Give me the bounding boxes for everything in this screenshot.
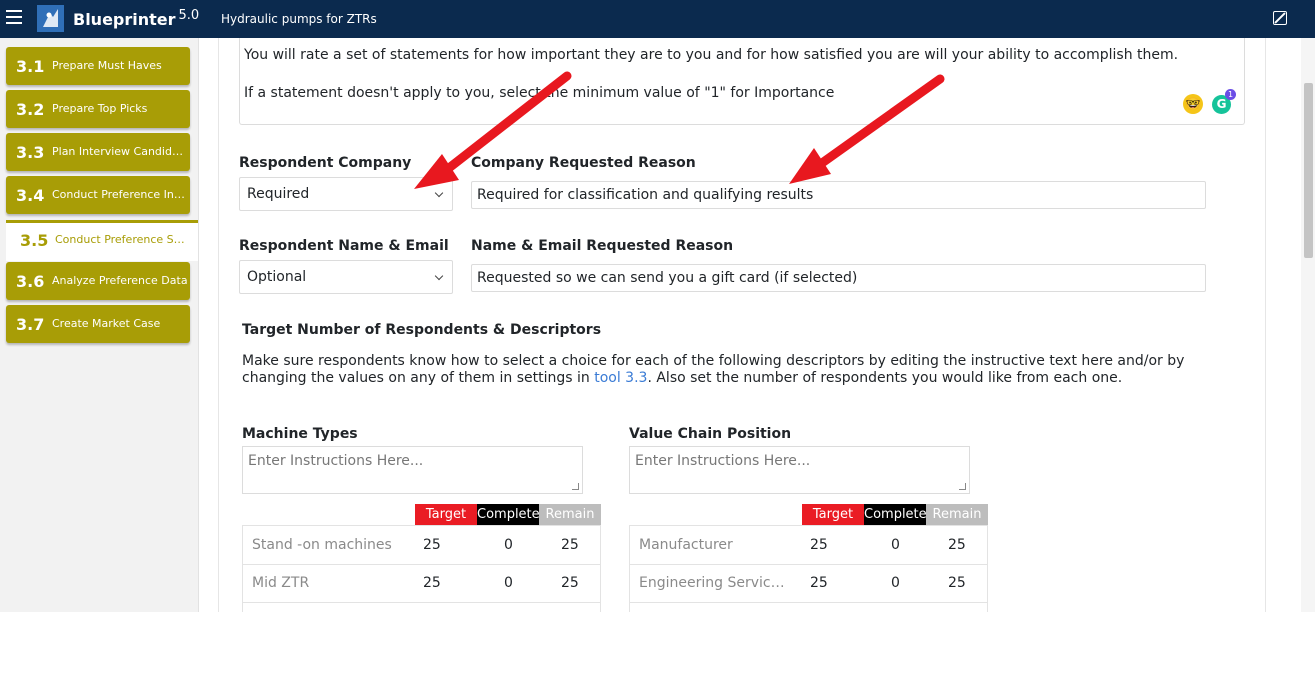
annotation-arrows bbox=[414, 71, 945, 189]
arrow-to-reason-input bbox=[789, 74, 945, 184]
arrow-to-company-select bbox=[414, 71, 572, 189]
